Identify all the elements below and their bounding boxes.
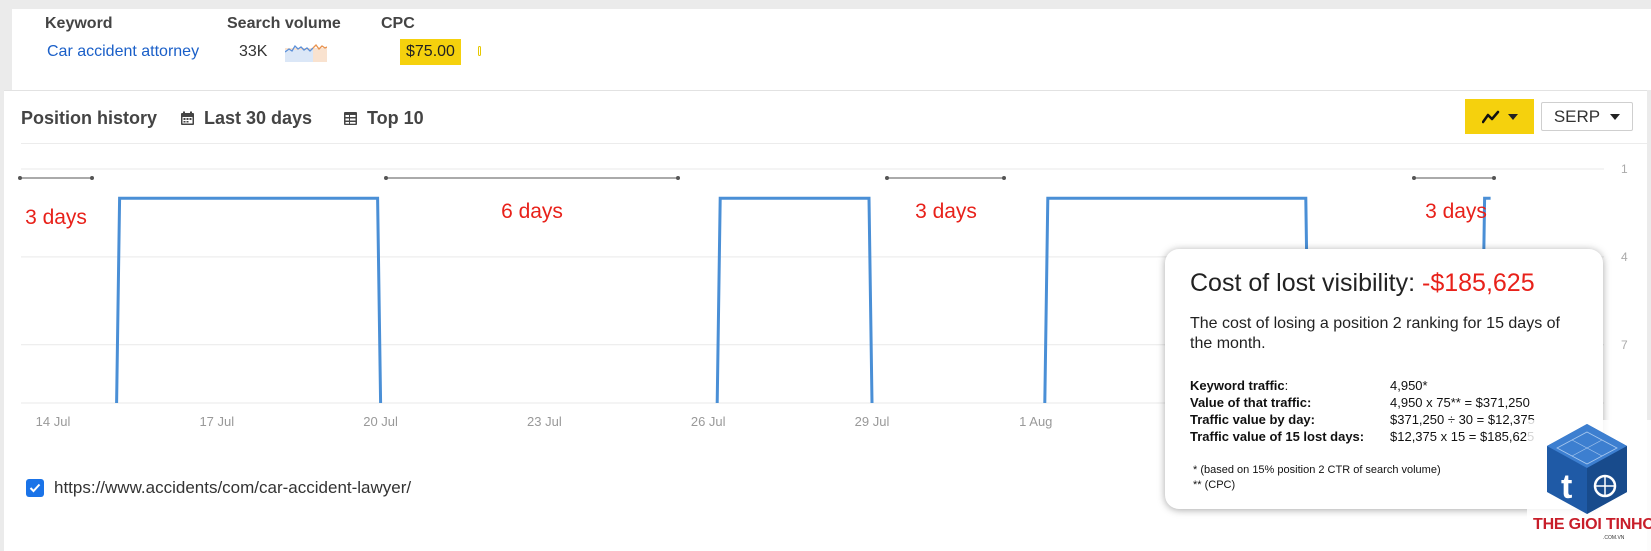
gap-annotation: 3 days	[1425, 200, 1487, 223]
x-tick-label: 1 Aug	[1019, 414, 1052, 429]
y-tick-label: 1	[1621, 162, 1628, 176]
keyword-summary-panel: Keyword Search volume CPC Car accident a…	[12, 9, 1651, 90]
y-tick-label: 4	[1621, 250, 1628, 264]
calc-value: 4,950*	[1390, 378, 1428, 393]
gap-bracket-end	[384, 176, 388, 180]
gap-bracket-end	[1492, 176, 1496, 180]
gap-bracket-end	[1412, 176, 1416, 180]
search-volume-column-header: Search volume	[227, 15, 341, 32]
gap-bracket-end	[90, 176, 94, 180]
calc-value: 4,950 x 75** = $371,250	[1390, 395, 1530, 410]
series-line	[715, 196, 874, 404]
popup-description: The cost of losing a position 2 ranking …	[1190, 315, 1560, 352]
watermark: t THE GIOI TINHOC .COM.VN	[1527, 420, 1651, 551]
popup-title-label: Cost of lost visibility:	[1190, 269, 1416, 297]
y-tick-label: 7	[1621, 338, 1628, 352]
cpc-column-header: CPC	[381, 15, 415, 32]
gap-bracket-end	[676, 176, 680, 180]
gap-bracket-end	[1002, 176, 1006, 180]
gap-bracket-end	[885, 176, 889, 180]
popup-footnotes: * (based on 15% position 2 CTR of search…	[1193, 463, 1441, 493]
svg-text:t: t	[1561, 468, 1572, 506]
x-tick-label: 26 Jul	[691, 414, 726, 429]
gap-annotation: 3 days	[915, 200, 977, 223]
cpc-indicator	[478, 46, 481, 56]
volume-trend-sparkline	[285, 44, 327, 62]
x-tick-label: 14 Jul	[36, 414, 71, 429]
url-checkbox[interactable]	[26, 479, 44, 497]
watermark-logo: t	[1547, 424, 1627, 514]
search-volume-value: 33K	[239, 43, 268, 60]
popup-title-value: -$185,625	[1422, 269, 1535, 297]
keyword-column-header: Keyword	[45, 15, 113, 32]
popup-title: Cost of lost visibility: -$185,625	[1190, 269, 1535, 298]
calc-value: $12,375 x 15 = $185,625	[1390, 429, 1535, 444]
calc-value: $371,250 ÷ 30 = $12,375	[1390, 412, 1535, 427]
calc-label: Keyword traffic:	[1190, 378, 1289, 393]
ranking-url[interactable]: https://www.accidents/com/car-accident-l…	[54, 478, 411, 498]
watermark-text: THE GIOI TINHOC	[1533, 516, 1651, 533]
gap-bracket-end	[18, 176, 22, 180]
url-legend-row: https://www.accidents/com/car-accident-l…	[26, 478, 411, 498]
x-tick-label: 29 Jul	[855, 414, 890, 429]
cpc-value: $75.00	[400, 39, 461, 65]
calc-label: Traffic value of 15 lost days:	[1190, 429, 1365, 444]
keyword-link[interactable]: Car accident attorney	[47, 43, 199, 61]
gap-annotation: 3 days	[25, 206, 87, 229]
calc-label: Traffic value by day:	[1190, 412, 1316, 427]
calc-label: Value of that traffic:	[1190, 395, 1312, 410]
footnote: * (based on 15% position 2 CTR of search…	[1193, 464, 1441, 476]
x-tick-label: 17 Jul	[199, 414, 234, 429]
gap-annotation: 6 days	[501, 200, 563, 223]
x-tick-label: 23 Jul	[527, 414, 562, 429]
checkmark-icon	[29, 483, 41, 493]
footnote: ** (CPC)	[1193, 479, 1236, 491]
watermark-subtext: .COM.VN	[1603, 535, 1625, 541]
series-line	[115, 196, 383, 404]
x-tick-label: 20 Jul	[363, 414, 398, 429]
